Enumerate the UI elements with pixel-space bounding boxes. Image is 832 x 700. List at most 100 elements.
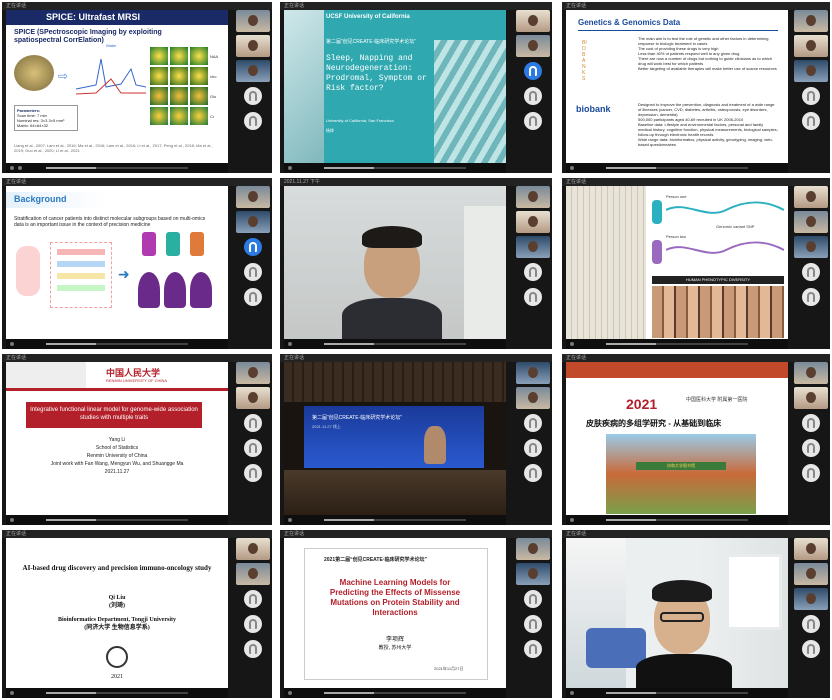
participant-video[interactable] — [516, 236, 550, 258]
tile-derm[interactable]: 正在讲话 2021 中国医科大学 附属第一医院 皮肤疾病的多组学研究 - 从基础… — [562, 354, 830, 525]
participant-video[interactable] — [236, 10, 270, 32]
avatar[interactable] — [524, 87, 542, 105]
control-bar[interactable] — [566, 339, 788, 349]
arrow-icon: ⇨ — [58, 69, 69, 83]
tile-titlebar: 正在讲话 — [562, 178, 830, 186]
avatar[interactable] — [524, 62, 542, 80]
participant-video[interactable] — [516, 563, 550, 585]
tile-integrative[interactable]: 正在讲话 中国人民大学 RENMIN UNIVERSITY OF CHINA I… — [2, 354, 272, 525]
control-bar[interactable] — [566, 515, 788, 525]
participant-video[interactable] — [794, 236, 828, 258]
participant-video[interactable] — [236, 563, 270, 585]
tile-titlebar: 正在讲话 — [2, 530, 272, 538]
avatar[interactable] — [524, 615, 542, 633]
avatar[interactable] — [244, 238, 262, 256]
author-block: Qi Liu (刘琦) Bioinformatics Department, T… — [6, 594, 228, 632]
tile-spice[interactable]: 正在讲话 SPICE: Ultrafast MRSI SPICE (SPectr… — [2, 2, 272, 173]
participant-video[interactable] — [236, 186, 270, 208]
participant-video[interactable] — [516, 538, 550, 560]
avatar[interactable] — [524, 590, 542, 608]
tile-diversity[interactable]: 正在讲话 Person one Person two Genomic varia… — [562, 178, 830, 349]
avatar[interactable] — [244, 288, 262, 306]
control-bar[interactable] — [284, 339, 506, 349]
avatar[interactable] — [524, 464, 542, 482]
control-bar[interactable] — [566, 163, 788, 173]
participant-video[interactable] — [794, 588, 828, 610]
speaker-shirt — [636, 654, 732, 688]
avatar[interactable] — [524, 640, 542, 658]
avatar[interactable] — [244, 87, 262, 105]
tile-venue[interactable]: 正在讲话 第二届“创见CREATE·临床研究学术论坛” 2021.11.27 线… — [280, 354, 552, 525]
slide: Background Stratification of cancer pati… — [6, 186, 228, 341]
head-image — [14, 55, 54, 91]
control-bar[interactable] — [284, 688, 506, 698]
avatar[interactable] — [802, 288, 820, 306]
participant-video[interactable] — [794, 186, 828, 208]
participant-video[interactable] — [236, 60, 270, 82]
participant-video[interactable] — [516, 362, 550, 384]
tile-genetics[interactable]: 正在讲话 Genetics & Genomics Data BIOBANKS T… — [562, 2, 830, 173]
control-bar[interactable] — [6, 339, 228, 349]
participant-video[interactable] — [794, 211, 828, 233]
avatar[interactable] — [802, 112, 820, 130]
control-bar[interactable] — [284, 163, 506, 173]
avatar[interactable] — [802, 263, 820, 281]
label-cr: Cr — [210, 114, 215, 119]
avatar[interactable] — [244, 464, 262, 482]
avatar[interactable] — [244, 112, 262, 130]
participant-video[interactable] — [236, 362, 270, 384]
avatar[interactable] — [802, 615, 820, 633]
avatar[interactable] — [802, 439, 820, 457]
control-bar[interactable] — [284, 515, 506, 525]
slide: 中国人民大学 RENMIN UNIVERSITY OF CHINA Integr… — [6, 362, 228, 517]
participant-video[interactable] — [236, 387, 270, 409]
forum-banner: 2021第二届“创见CREATE·临床研究学术论坛” — [324, 557, 427, 563]
tile-ai-drug[interactable]: 正在讲话 AI-based drug discovery and precisi… — [2, 530, 272, 698]
participant-video[interactable] — [794, 538, 828, 560]
participant-video[interactable] — [236, 538, 270, 560]
participant-video[interactable] — [516, 387, 550, 409]
tile-speaker2-cam[interactable]: 正在讲话 — [562, 530, 830, 698]
participant-video[interactable] — [794, 563, 828, 585]
participant-video[interactable] — [516, 35, 550, 57]
tile-ml-models[interactable]: 正在讲话 2021第二届“创见CREATE·临床研究学术论坛” Machine … — [280, 530, 552, 698]
spectrum-plot — [75, 49, 147, 99]
participant-video[interactable] — [516, 10, 550, 32]
tile-titlebar: 正在讲话 — [2, 178, 272, 186]
control-bar[interactable] — [6, 163, 228, 173]
avatar[interactable] — [802, 464, 820, 482]
avatar[interactable] — [524, 414, 542, 432]
participant-video[interactable] — [794, 35, 828, 57]
control-bar[interactable] — [6, 688, 228, 698]
tile-speaker-cam[interactable]: 2021.11.27 下午 — [280, 178, 552, 349]
avatar[interactable] — [524, 263, 542, 281]
year: 2021 — [111, 674, 123, 680]
participant-video[interactable] — [794, 10, 828, 32]
participant-video[interactable] — [236, 211, 270, 233]
avatar[interactable] — [244, 640, 262, 658]
avatar[interactable] — [244, 615, 262, 633]
avatar[interactable] — [244, 414, 262, 432]
participant-video[interactable] — [236, 35, 270, 57]
avatar[interactable] — [802, 414, 820, 432]
glasses-icon — [660, 612, 704, 622]
tile-background[interactable]: 正在讲话 Background Stratification of cancer… — [2, 178, 272, 349]
org-logo: UCSF University of California — [326, 14, 410, 20]
avatar[interactable] — [244, 590, 262, 608]
participant-video[interactable] — [516, 186, 550, 208]
avatar[interactable] — [244, 439, 262, 457]
avatar[interactable] — [244, 263, 262, 281]
control-bar[interactable] — [6, 515, 228, 525]
tile-sleep[interactable]: 正在讲话 UCSF University of California 第二届“创… — [280, 2, 552, 173]
avatar[interactable] — [524, 288, 542, 306]
slide-title: Genetics & Genomics Data — [578, 18, 681, 27]
participant-video[interactable] — [794, 387, 828, 409]
participant-video[interactable] — [794, 60, 828, 82]
participant-video[interactable] — [516, 211, 550, 233]
participant-video[interactable] — [794, 362, 828, 384]
avatar[interactable] — [802, 87, 820, 105]
control-bar[interactable] — [566, 688, 788, 698]
avatar[interactable] — [524, 439, 542, 457]
avatar[interactable] — [802, 640, 820, 658]
avatar[interactable] — [524, 112, 542, 130]
